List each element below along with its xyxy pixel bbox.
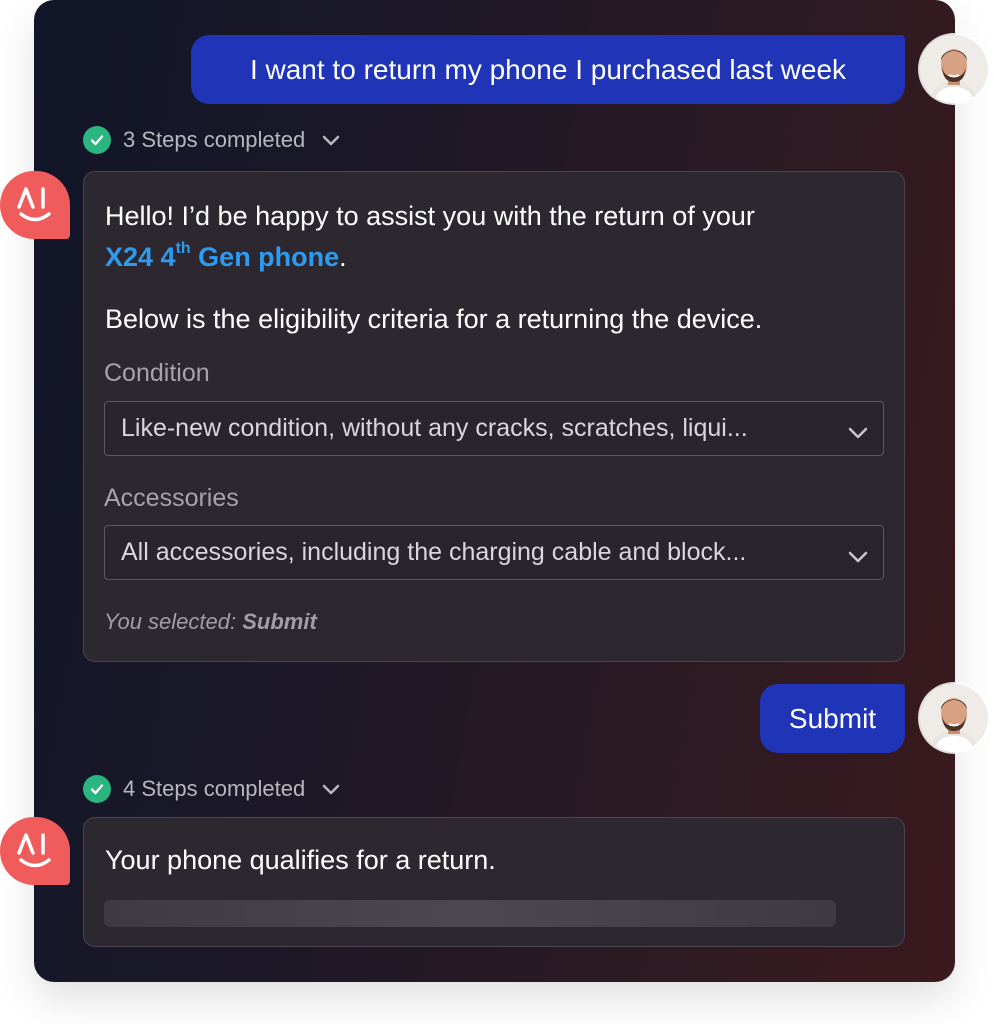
loading-skeleton xyxy=(104,900,836,927)
product-link[interactable]: X24 4th Gen phone xyxy=(105,241,339,273)
condition-select[interactable]: Like-new condition, without any cracks, … xyxy=(104,401,884,456)
chevron-down-icon xyxy=(321,782,341,796)
accessories-value: All accessories, including the charging … xyxy=(121,538,747,566)
eligibility-intro: Below is the eligibility criteria for a … xyxy=(105,304,763,334)
condition-label: Condition xyxy=(104,359,210,387)
check-circle-icon xyxy=(83,126,111,154)
user-message-text: I want to return my phone I purchased la… xyxy=(249,53,847,85)
user-message-bubble: I want to return my phone I purchased la… xyxy=(191,35,905,104)
ai-logo-icon xyxy=(0,817,70,885)
selection-note: You selected: Submit xyxy=(104,609,317,634)
steps-completed-toggle[interactable]: 4 Steps completed xyxy=(83,775,341,803)
condition-value: Like-new condition, without any cracks, … xyxy=(121,414,748,442)
ai-greeting: Hello! I’d be happy to assist you with t… xyxy=(105,201,755,273)
chevron-down-icon xyxy=(847,542,869,571)
chat-panel: I want to return my phone I purchased la… xyxy=(0,0,988,982)
ai-logo-icon xyxy=(0,171,70,239)
ai-qualify-text: Your phone qualifies for a return. xyxy=(105,845,496,875)
accessories-label: Accessories xyxy=(104,484,239,512)
chevron-down-icon xyxy=(321,133,341,147)
steps-completed-label: 3 Steps completed xyxy=(123,127,306,152)
accessories-select[interactable]: All accessories, including the charging … xyxy=(104,525,884,580)
chevron-down-icon xyxy=(847,418,869,447)
check-circle-icon xyxy=(83,775,111,803)
user-message-bubble-submit: Submit xyxy=(760,684,905,753)
steps-completed-label: 4 Steps completed xyxy=(123,776,306,801)
steps-completed-toggle[interactable]: 3 Steps completed xyxy=(83,126,341,154)
user-message-text: Submit xyxy=(788,702,877,734)
selected-value: Submit xyxy=(242,609,317,634)
user-avatar-icon xyxy=(920,684,988,752)
user-avatar-icon xyxy=(920,35,988,103)
ai-message-card: Your phone qualifies for a return. xyxy=(83,817,905,947)
ai-message-card: Hello! I’d be happy to assist you with t… xyxy=(83,171,905,662)
